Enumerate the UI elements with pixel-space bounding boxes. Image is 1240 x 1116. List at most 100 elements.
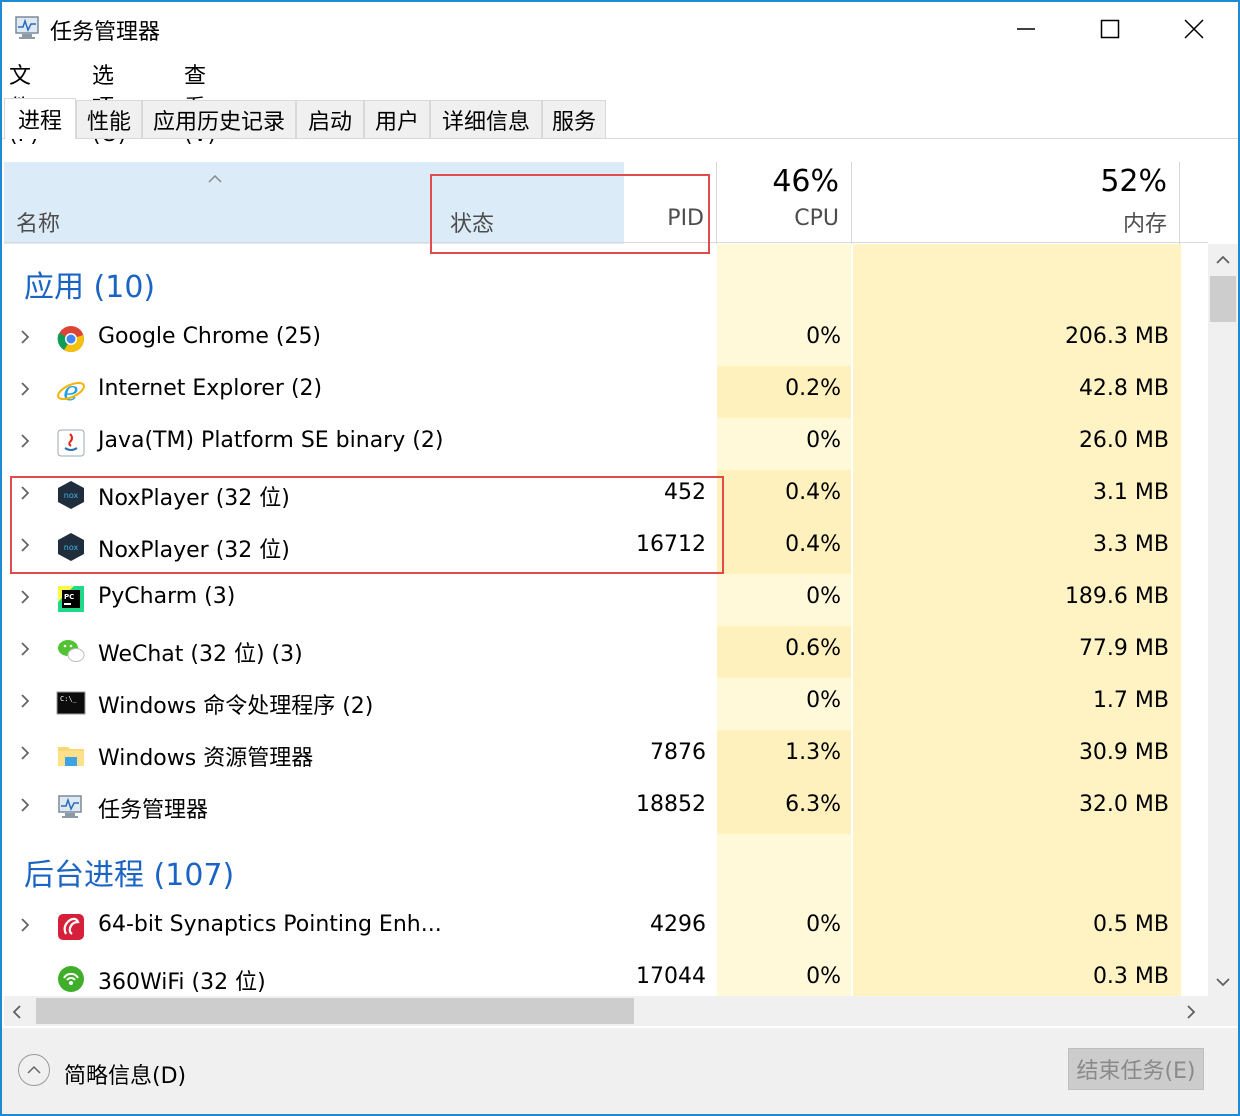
svg-text:C:\_: C:\_ xyxy=(60,695,78,703)
process-pid: 4296 xyxy=(650,912,706,937)
expand-chevron-icon[interactable] xyxy=(20,742,30,767)
process-name: 360WiFi (32 位) xyxy=(98,970,266,995)
cmd-icon: C:\_ xyxy=(56,688,86,718)
footer-bar: 简略信息(D) 结束任务(E) xyxy=(2,1028,1238,1114)
process-memory: 189.6 MB xyxy=(1064,584,1169,609)
process-name: 任务管理器 xyxy=(98,798,209,823)
ie-icon: e xyxy=(56,376,86,407)
process-name: Java(TM) Platform SE binary (2) xyxy=(98,428,444,453)
process-cpu: 0% xyxy=(806,428,841,453)
expand-chevron-icon[interactable] xyxy=(20,690,30,715)
process-cpu: 0.6% xyxy=(785,636,841,661)
scroll-down-icon[interactable] xyxy=(1216,972,1230,991)
process-memory: 26.0 MB xyxy=(1078,428,1169,453)
process-name: WeChat (32 位) (3) xyxy=(98,642,303,667)
expand-chevron-icon[interactable] xyxy=(20,638,30,663)
svg-text:PC: PC xyxy=(64,593,74,601)
expand-chevron-icon[interactable] xyxy=(20,914,30,939)
task-manager-icon xyxy=(15,16,39,39)
fewer-details-link[interactable]: 简略信息(D) xyxy=(64,1058,186,1090)
process-memory: 1.7 MB xyxy=(1092,688,1169,713)
process-memory: 0.5 MB xyxy=(1092,912,1169,937)
fewer-details-toggle[interactable] xyxy=(18,1054,50,1086)
tab-strip: 进程 性能 应用历史记录 启动 用户 详细信息 服务 xyxy=(2,98,1238,139)
title-bar: 任务管理器 xyxy=(2,2,1238,56)
process-row[interactable]: Java(TM) Platform SE binary (2) 0% 26.0 MB xyxy=(4,418,1208,470)
expand-chevron-icon[interactable] xyxy=(20,378,30,403)
process-cpu: 6.3% xyxy=(785,792,841,817)
java-icon xyxy=(56,428,86,458)
process-pid: 17044 xyxy=(636,964,706,989)
close-button[interactable] xyxy=(1152,2,1236,56)
process-row[interactable]: 任务管理器 18852 6.3% 32.0 MB xyxy=(4,782,1208,834)
process-row[interactable]: PC PyCharm (3) 0% 189.6 MB xyxy=(4,574,1208,626)
process-row[interactable]: C:\_ Windows 命令处理程序 (2) 0% 1.7 MB xyxy=(4,678,1208,730)
synaptics-icon xyxy=(56,912,86,942)
process-pid: 7876 xyxy=(650,740,706,765)
process-cpu: 0% xyxy=(806,964,841,989)
expand-chevron-icon[interactable] xyxy=(20,430,30,455)
window-title: 任务管理器 xyxy=(50,20,161,45)
process-cpu: 0% xyxy=(806,324,841,349)
pycharm-icon: PC xyxy=(56,584,86,614)
scroll-left-icon[interactable] xyxy=(12,1004,22,1023)
process-cpu: 0% xyxy=(806,688,841,713)
column-memory-label: 内存 xyxy=(1122,212,1167,237)
horizontal-scroll-thumb[interactable] xyxy=(36,998,634,1024)
process-name: Windows 资源管理器 xyxy=(98,746,314,771)
tab-users[interactable]: 用户 xyxy=(364,100,430,138)
process-name: PyCharm (3) xyxy=(98,584,236,609)
maximize-button[interactable] xyxy=(1068,2,1152,56)
process-memory: 3.3 MB xyxy=(1092,532,1169,557)
process-row[interactable]: WeChat (32 位) (3) 0.6% 77.9 MB xyxy=(4,626,1208,678)
scroll-right-icon[interactable] xyxy=(1186,1004,1196,1023)
process-name: Windows 命令处理程序 (2) xyxy=(98,694,374,719)
maximize-icon xyxy=(1100,19,1120,39)
process-memory: 30.9 MB xyxy=(1078,740,1169,765)
process-row[interactable]: Windows 资源管理器 7876 1.3% 30.9 MB xyxy=(4,730,1208,782)
wechat-icon xyxy=(56,636,86,666)
group-header-background[interactable]: 后台进程 (107) xyxy=(24,850,234,894)
column-header-cpu[interactable]: 46% CPU xyxy=(716,162,852,244)
process-memory: 32.0 MB xyxy=(1078,792,1169,817)
process-row[interactable]: 360WiFi (32 位) 17044 0% 0.3 MB xyxy=(4,954,1208,996)
process-cpu: 0.2% xyxy=(785,376,841,401)
minimize-icon xyxy=(1017,28,1035,30)
expand-chevron-icon[interactable] xyxy=(20,326,30,351)
process-name: Internet Explorer (2) xyxy=(98,376,323,401)
tab-app-history[interactable]: 应用历史记录 xyxy=(142,100,296,138)
process-cpu: 0% xyxy=(806,912,841,937)
tab-performance[interactable]: 性能 xyxy=(76,100,142,138)
scroll-up-icon[interactable] xyxy=(1216,250,1230,269)
process-memory: 0.3 MB xyxy=(1092,964,1169,989)
process-row[interactable]: Google Chrome (25) 0% 206.3 MB xyxy=(4,314,1208,366)
vertical-scrollbar[interactable] xyxy=(1208,244,1238,996)
process-cpu: 0.4% xyxy=(785,532,841,557)
process-name: Google Chrome (25) xyxy=(98,324,322,349)
process-cpu: 0.4% xyxy=(785,480,841,505)
tab-details[interactable]: 详细信息 xyxy=(430,100,542,138)
tab-processes[interactable]: 进程 xyxy=(4,98,76,139)
tab-startup[interactable]: 启动 xyxy=(296,100,364,138)
process-row[interactable]: 64-bit Synaptics Pointing Enh... 4296 0% 0.… xyxy=(4,902,1208,954)
column-header-memory[interactable]: 52% 内存 xyxy=(852,162,1180,244)
explorer-icon xyxy=(56,740,86,770)
end-task-button[interactable]: 结束任务(E) xyxy=(1068,1048,1204,1090)
annotation-box-noxplayer xyxy=(10,476,724,574)
minimize-button[interactable] xyxy=(984,2,1068,56)
expand-chevron-icon[interactable] xyxy=(20,586,30,611)
vertical-scroll-thumb[interactable] xyxy=(1210,276,1236,322)
scrollbar-corner xyxy=(1208,996,1238,1026)
process-memory: 3.1 MB xyxy=(1092,480,1169,505)
wifi360-icon xyxy=(56,964,86,994)
taskmgr-icon xyxy=(56,792,86,822)
process-pid: 18852 xyxy=(636,792,706,817)
horizontal-scrollbar[interactable] xyxy=(4,996,1208,1026)
group-header-apps[interactable]: 应用 (10) xyxy=(24,262,155,306)
tab-services[interactable]: 服务 xyxy=(542,100,606,138)
process-memory: 42.8 MB xyxy=(1078,376,1169,401)
expand-chevron-icon[interactable] xyxy=(20,794,30,819)
process-cpu: 1.3% xyxy=(785,740,841,765)
column-name-label: 名称 xyxy=(16,212,61,237)
process-row[interactable]: e Internet Explorer (2) 0.2% 42.8 MB xyxy=(4,366,1208,418)
